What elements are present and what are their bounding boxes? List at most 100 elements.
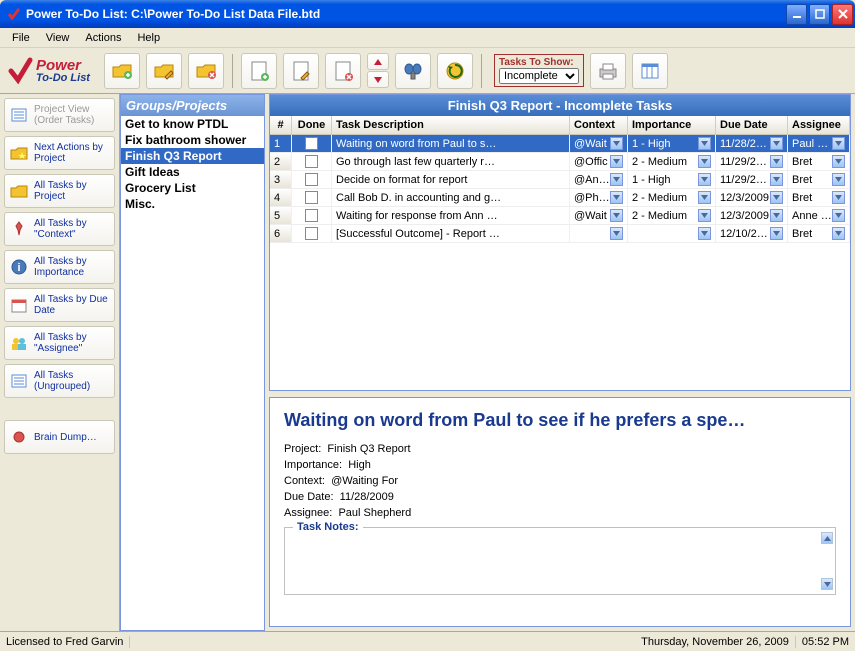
row-assignee[interactable]: Bret — [788, 189, 850, 206]
group-item[interactable]: Gift Ideas — [121, 164, 264, 180]
refresh-button[interactable] — [437, 53, 473, 89]
row-duedate[interactable]: 12/3/2009 — [716, 189, 788, 206]
nav-info[interactable]: iAll Tasks by Importance — [4, 250, 115, 284]
notes-scroll-down[interactable] — [821, 578, 833, 590]
menu-view[interactable]: View — [38, 30, 78, 46]
nav-list[interactable]: All Tasks (Ungrouped) — [4, 364, 115, 398]
chevron-down-icon[interactable] — [610, 137, 623, 150]
col-context[interactable]: Context — [570, 116, 628, 134]
chevron-down-icon[interactable] — [698, 191, 711, 204]
chevron-down-icon[interactable] — [610, 155, 623, 168]
maximize-button[interactable] — [809, 4, 830, 25]
notes-scroll-up[interactable] — [821, 532, 833, 544]
group-item[interactable]: Finish Q3 Report — [121, 148, 264, 164]
menu-file[interactable]: File — [4, 30, 38, 46]
new-folder-button[interactable] — [104, 53, 140, 89]
row-context[interactable]: @Wait — [570, 135, 628, 152]
checkbox-icon[interactable] — [305, 155, 318, 168]
chevron-down-icon[interactable] — [610, 173, 623, 186]
row-importance[interactable] — [628, 225, 716, 242]
row-done[interactable] — [292, 207, 332, 224]
row-duedate[interactable]: 11/29/20… — [716, 171, 788, 188]
row-context[interactable]: @Wait — [570, 207, 628, 224]
checkbox-icon[interactable] — [305, 173, 318, 186]
task-notes[interactable]: Task Notes: — [284, 527, 836, 595]
chevron-down-icon[interactable] — [832, 209, 845, 222]
group-item[interactable]: Grocery List — [121, 180, 264, 196]
edit-folder-button[interactable] — [146, 53, 182, 89]
row-context[interactable]: @Offic — [570, 153, 628, 170]
chevron-down-icon[interactable] — [610, 191, 623, 204]
chevron-down-icon[interactable] — [770, 191, 783, 204]
chevron-down-icon[interactable] — [610, 227, 623, 240]
task-row[interactable]: 4Call Bob D. in accounting and g…@Phon2 … — [270, 189, 850, 207]
col-num[interactable]: # — [270, 116, 292, 134]
row-done[interactable] — [292, 135, 332, 152]
chevron-down-icon[interactable] — [770, 209, 783, 222]
columns-button[interactable] — [632, 53, 668, 89]
chevron-down-icon[interactable] — [832, 173, 845, 186]
menu-help[interactable]: Help — [129, 30, 168, 46]
move-down-button[interactable] — [367, 71, 389, 88]
row-importance[interactable]: 2 - Medium — [628, 189, 716, 206]
nav-list[interactable]: Project View (Order Tasks) — [4, 98, 115, 132]
nav-rec[interactable]: Brain Dump… — [4, 420, 115, 454]
edit-task-button[interactable] — [283, 53, 319, 89]
row-importance[interactable]: 2 - Medium — [628, 153, 716, 170]
row-duedate[interactable]: 12/10/20… — [716, 225, 788, 242]
chevron-down-icon[interactable] — [698, 137, 711, 150]
col-assignee[interactable]: Assignee — [788, 116, 850, 134]
minimize-button[interactable] — [786, 4, 807, 25]
task-row[interactable]: 6[Successful Outcome] - Report …12/10/20… — [270, 225, 850, 243]
nav-people[interactable]: All Tasks by "Assignee" — [4, 326, 115, 360]
row-done[interactable] — [292, 189, 332, 206]
delete-folder-button[interactable] — [188, 53, 224, 89]
chevron-down-icon[interactable] — [610, 209, 623, 222]
menu-actions[interactable]: Actions — [77, 30, 129, 46]
group-item[interactable]: Fix bathroom shower — [121, 132, 264, 148]
task-row[interactable]: 5Waiting for response from Ann …@Wait2 -… — [270, 207, 850, 225]
row-done[interactable] — [292, 225, 332, 242]
checkbox-icon[interactable] — [305, 137, 318, 150]
row-duedate[interactable]: 11/29/20… — [716, 153, 788, 170]
close-button[interactable] — [832, 4, 853, 25]
chevron-down-icon[interactable] — [832, 227, 845, 240]
chevron-down-icon[interactable] — [832, 137, 845, 150]
col-done[interactable]: Done — [292, 116, 332, 134]
group-item[interactable]: Misc. — [121, 196, 264, 212]
nav-folder-star[interactable]: Next Actions by Project — [4, 136, 115, 170]
row-duedate[interactable]: 12/3/2009 — [716, 207, 788, 224]
chevron-down-icon[interactable] — [770, 155, 783, 168]
task-row[interactable]: 2Go through last few quarterly r…@Offic2… — [270, 153, 850, 171]
new-task-button[interactable] — [241, 53, 277, 89]
row-done[interactable] — [292, 171, 332, 188]
chevron-down-icon[interactable] — [770, 137, 783, 150]
checkbox-icon[interactable] — [305, 227, 318, 240]
chevron-down-icon[interactable] — [698, 209, 711, 222]
nav-pin[interactable]: All Tasks by "Context" — [4, 212, 115, 246]
search-button[interactable] — [395, 53, 431, 89]
checkbox-icon[interactable] — [305, 209, 318, 222]
task-row[interactable]: 1Waiting on word from Paul to s…@Wait1 -… — [270, 135, 850, 153]
row-assignee[interactable]: Bret — [788, 153, 850, 170]
chevron-down-icon[interactable] — [698, 173, 711, 186]
print-button[interactable] — [590, 53, 626, 89]
col-importance[interactable]: Importance — [628, 116, 716, 134]
col-desc[interactable]: Task Description — [332, 116, 570, 134]
chevron-down-icon[interactable] — [770, 227, 783, 240]
task-row[interactable]: 3Decide on format for report@Anyw1 - Hig… — [270, 171, 850, 189]
row-importance[interactable]: 1 - High — [628, 135, 716, 152]
row-duedate[interactable]: 11/28/20… — [716, 135, 788, 152]
tasks-to-show-select[interactable]: Incomplete — [499, 68, 579, 84]
chevron-down-icon[interactable] — [698, 155, 711, 168]
row-assignee[interactable]: Bret — [788, 225, 850, 242]
row-assignee[interactable]: Paul She — [788, 135, 850, 152]
row-done[interactable] — [292, 153, 332, 170]
row-importance[interactable]: 2 - Medium — [628, 207, 716, 224]
row-assignee[interactable]: Anne Mc — [788, 207, 850, 224]
row-context[interactable] — [570, 225, 628, 242]
col-duedate[interactable]: Due Date — [716, 116, 788, 134]
chevron-down-icon[interactable] — [698, 227, 711, 240]
row-importance[interactable]: 1 - High — [628, 171, 716, 188]
row-context[interactable]: @Anyw — [570, 171, 628, 188]
